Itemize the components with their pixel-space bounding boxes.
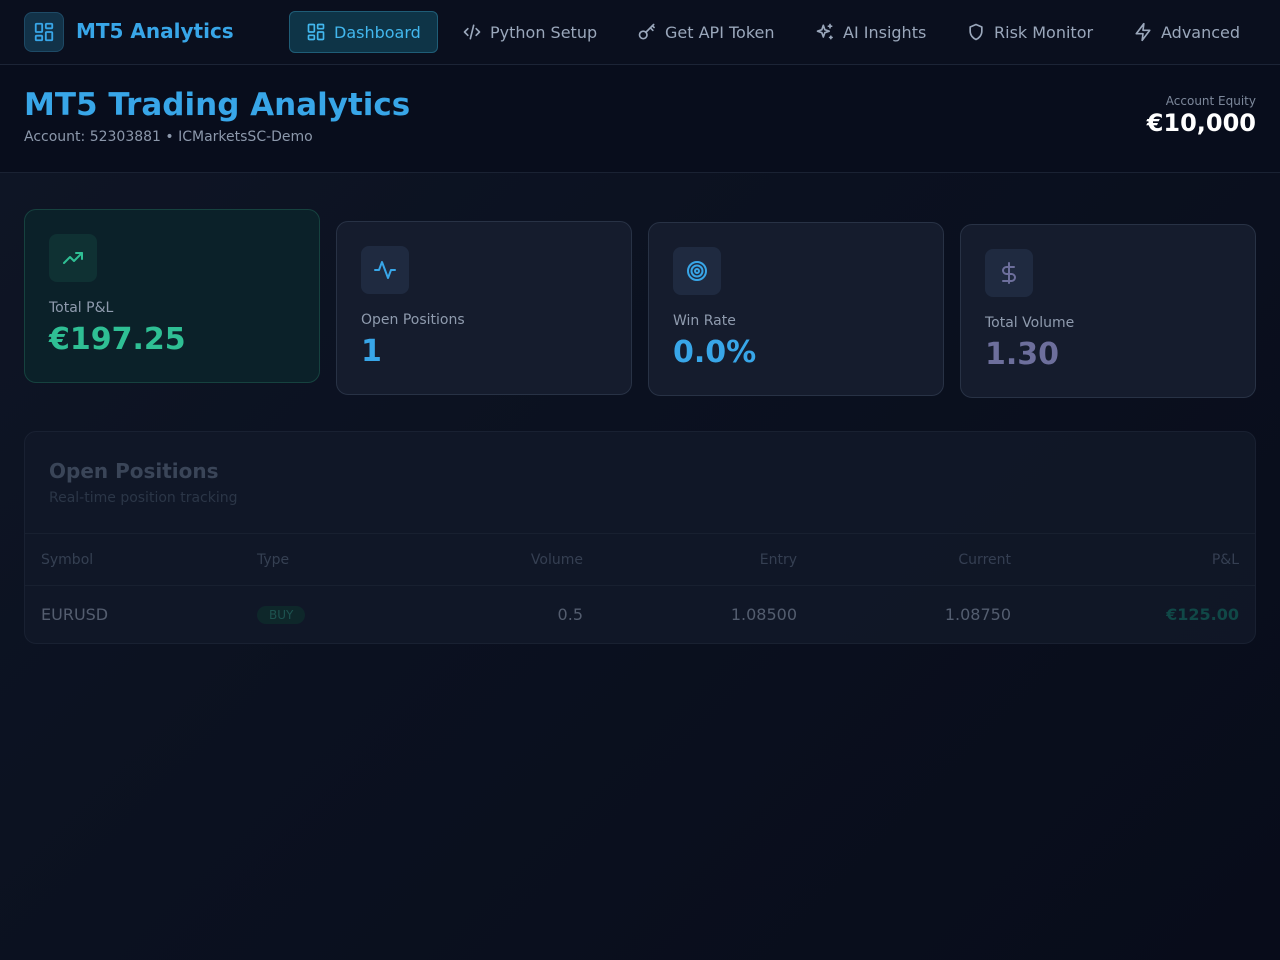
stat-label: Total Volume bbox=[985, 315, 1075, 331]
top-navbar: MT5 Analytics Dashboard Python Setup Get… bbox=[0, 0, 1280, 65]
stat-card-total-pnl[interactable]: Total P&L €197.25 bbox=[24, 209, 320, 383]
equity-value: €10,000 bbox=[1146, 109, 1256, 137]
stat-value: 1 bbox=[361, 334, 382, 369]
cell-symbol: EURUSD bbox=[41, 605, 109, 624]
app-name[interactable]: MT5 Analytics bbox=[76, 19, 234, 43]
cell-volume: 0.5 bbox=[557, 605, 583, 624]
nav-item-label: Advanced bbox=[1161, 22, 1241, 42]
stat-card-total-volume[interactable]: Total Volume 1.30 bbox=[960, 224, 1256, 398]
nav-item-risk-monitor[interactable]: Risk Monitor bbox=[950, 11, 1109, 53]
stat-value: 0.0% bbox=[673, 335, 757, 370]
cell-current: 1.08750 bbox=[944, 605, 1011, 624]
nav-item-ai-insights[interactable]: AI Insights bbox=[799, 11, 942, 53]
column-header-pnl[interactable]: P&L bbox=[1039, 534, 1239, 585]
nav-item-label: Get API Token bbox=[665, 22, 775, 42]
stat-card-open-positions[interactable]: Open Positions 1 bbox=[336, 221, 632, 395]
target-icon bbox=[673, 247, 721, 295]
dashboard-grid-icon bbox=[307, 23, 325, 41]
nav-item-label: Risk Monitor bbox=[994, 22, 1094, 42]
cell-pnl: €125.00 bbox=[1166, 605, 1239, 624]
nav-item-label: AI Insights bbox=[843, 22, 927, 42]
column-header-symbol[interactable]: Symbol bbox=[41, 534, 241, 585]
trending-up-icon bbox=[49, 234, 97, 282]
account-info: Account: 52303881 • ICMarketsSC-Demo bbox=[24, 129, 313, 145]
equity-label: Account Equity bbox=[1165, 94, 1256, 108]
shield-icon bbox=[969, 23, 983, 41]
column-header-volume[interactable]: Volume bbox=[383, 534, 583, 585]
positions-table: Symbol Type Volume Entry Current P&L EUR… bbox=[25, 533, 1255, 643]
stat-card-win-rate[interactable]: Win Rate 0.0% bbox=[648, 222, 944, 396]
table-header: Symbol Type Volume Entry Current P&L bbox=[25, 533, 1255, 586]
open-positions-panel: Open Positions Real-time position tracki… bbox=[24, 431, 1256, 644]
position-type-badge: BUY bbox=[257, 605, 306, 624]
nav-item-advanced[interactable]: Advanced bbox=[1117, 11, 1256, 53]
stat-value: €197.25 bbox=[49, 322, 186, 357]
stat-value: 1.30 bbox=[985, 337, 1060, 372]
app-logo-icon[interactable] bbox=[24, 12, 64, 52]
code-icon bbox=[463, 24, 481, 40]
page-title: MT5 Trading Analytics bbox=[24, 87, 411, 123]
nav-item-label: Python Setup bbox=[490, 22, 598, 42]
panel-subtitle: Real-time position tracking bbox=[49, 490, 238, 506]
lightning-icon bbox=[1135, 22, 1151, 42]
nav-item-dashboard[interactable]: Dashboard bbox=[289, 11, 438, 53]
nav-item-python-setup[interactable]: Python Setup bbox=[446, 11, 613, 53]
nav-item-get-api-token[interactable]: Get API Token bbox=[621, 11, 791, 53]
cell-entry: 1.08500 bbox=[730, 605, 797, 624]
column-header-current[interactable]: Current bbox=[811, 534, 1011, 585]
key-icon bbox=[638, 23, 655, 40]
table-row[interactable]: EURUSD BUY 0.5 1.08500 1.08750 €125.00 bbox=[25, 586, 1255, 643]
panel-title: Open Positions bbox=[49, 459, 219, 483]
stat-label: Total P&L bbox=[49, 300, 114, 316]
column-header-entry[interactable]: Entry bbox=[597, 534, 797, 585]
stat-label: Open Positions bbox=[361, 312, 465, 328]
page-header: MT5 Trading Analytics Account: 52303881 … bbox=[0, 65, 1280, 173]
sparkles-icon bbox=[816, 23, 833, 40]
stat-label: Win Rate bbox=[673, 313, 736, 329]
dollar-icon bbox=[985, 249, 1033, 297]
activity-icon bbox=[361, 246, 409, 294]
nav-item-label: Dashboard bbox=[334, 22, 421, 42]
